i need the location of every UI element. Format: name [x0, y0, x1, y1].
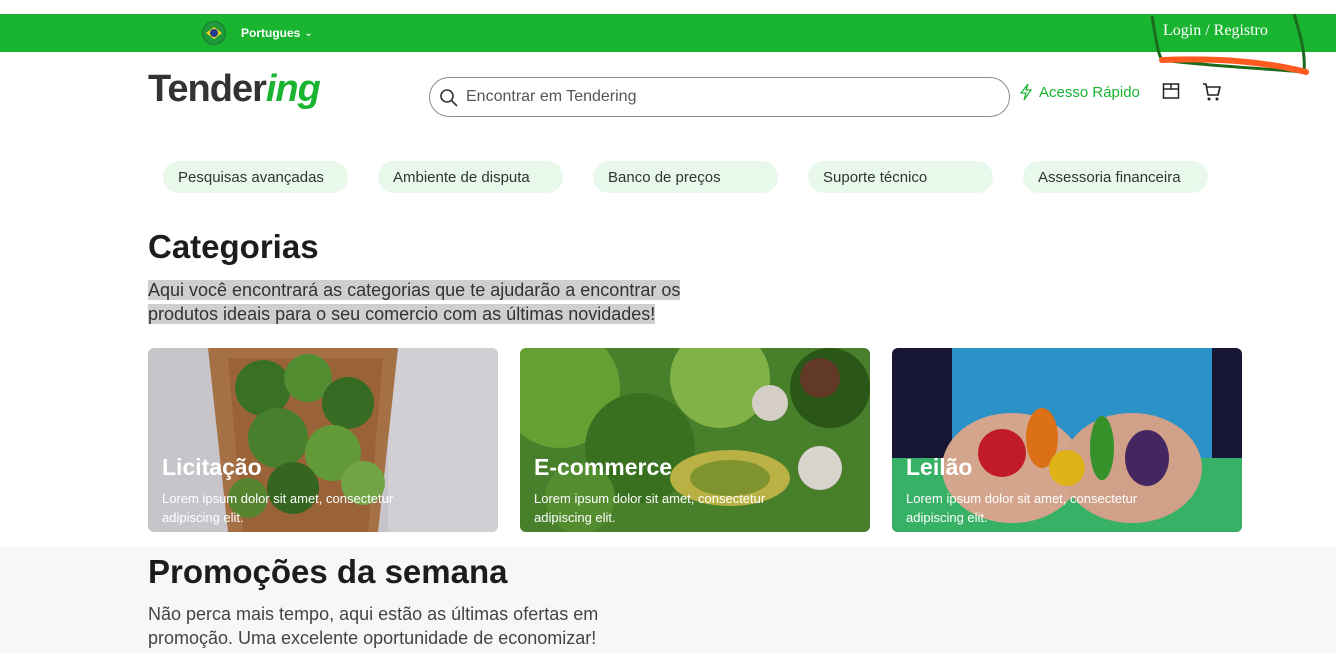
promotions-description: Não perca mais tempo, aqui estão as últi… — [148, 604, 599, 648]
nav-pills: Pesquisas avançadas Ambiente de disputa … — [163, 161, 1208, 193]
card-title: E-commerce — [534, 454, 673, 480]
card-text: Lorem ipsum dolor sit amet, consectetur … — [162, 491, 394, 525]
pill-price-bank[interactable]: Banco de preços — [593, 161, 778, 193]
promotions-title: Promoções da semana — [148, 553, 508, 590]
categories-description: Aqui você encontrará as categorias que t… — [148, 278, 694, 326]
category-cards: Licitação Lorem ipsum dolor sit amet, co… — [148, 348, 1242, 532]
pill-advanced-search[interactable]: Pesquisas avançadas — [163, 161, 348, 193]
search-bar[interactable] — [429, 77, 1010, 117]
top-bar: Portugues ⌄ Login / Registro — [0, 14, 1336, 52]
logo-accent-text: ing — [265, 68, 321, 110]
search-icon — [440, 89, 458, 107]
quick-access-label: Acesso Rápido — [1039, 83, 1140, 101]
quick-access-link[interactable]: Acesso Rápido — [1019, 83, 1140, 101]
category-card-licitacao[interactable]: Licitação Lorem ipsum dolor sit amet, co… — [148, 348, 498, 532]
card-text: Lorem ipsum dolor sit amet, consectetur … — [906, 491, 1138, 525]
pill-technical-support[interactable]: Suporte técnico — [808, 161, 993, 193]
pill-dispute-environment[interactable]: Ambiente de disputa — [378, 161, 563, 193]
logo-main-text: Tender — [148, 68, 267, 110]
language-selector[interactable]: Portugues ⌄ — [241, 26, 313, 40]
shopping-cart-icon[interactable] — [1202, 82, 1222, 102]
language-label: Portugues — [241, 26, 301, 40]
chevron-down-icon: ⌄ — [304, 27, 313, 39]
lightning-icon — [1019, 83, 1033, 101]
card-text: Lorem ipsum dolor sit amet, consectetur … — [534, 491, 766, 525]
login-register-link[interactable]: Login / Registro — [1163, 22, 1268, 40]
tendering-logo[interactable]: Tendering — [148, 68, 321, 111]
brazil-flag-icon — [202, 21, 226, 45]
pill-financial-advisory[interactable]: Assessoria financeira — [1023, 161, 1208, 193]
card-title: Leilão — [906, 454, 973, 480]
search-input[interactable] — [466, 88, 1009, 106]
card-title: Licitação — [162, 454, 262, 480]
category-card-ecommerce[interactable]: E-commerce Lorem ipsum dolor sit amet, c… — [520, 348, 870, 532]
category-card-leilao[interactable]: Leilão Lorem ipsum dolor sit amet, conse… — [892, 348, 1242, 532]
package-icon[interactable] — [1162, 82, 1180, 100]
categories-description-text: Aqui você encontrará as categorias que t… — [148, 280, 681, 324]
categories-title: Categorias — [148, 228, 319, 265]
